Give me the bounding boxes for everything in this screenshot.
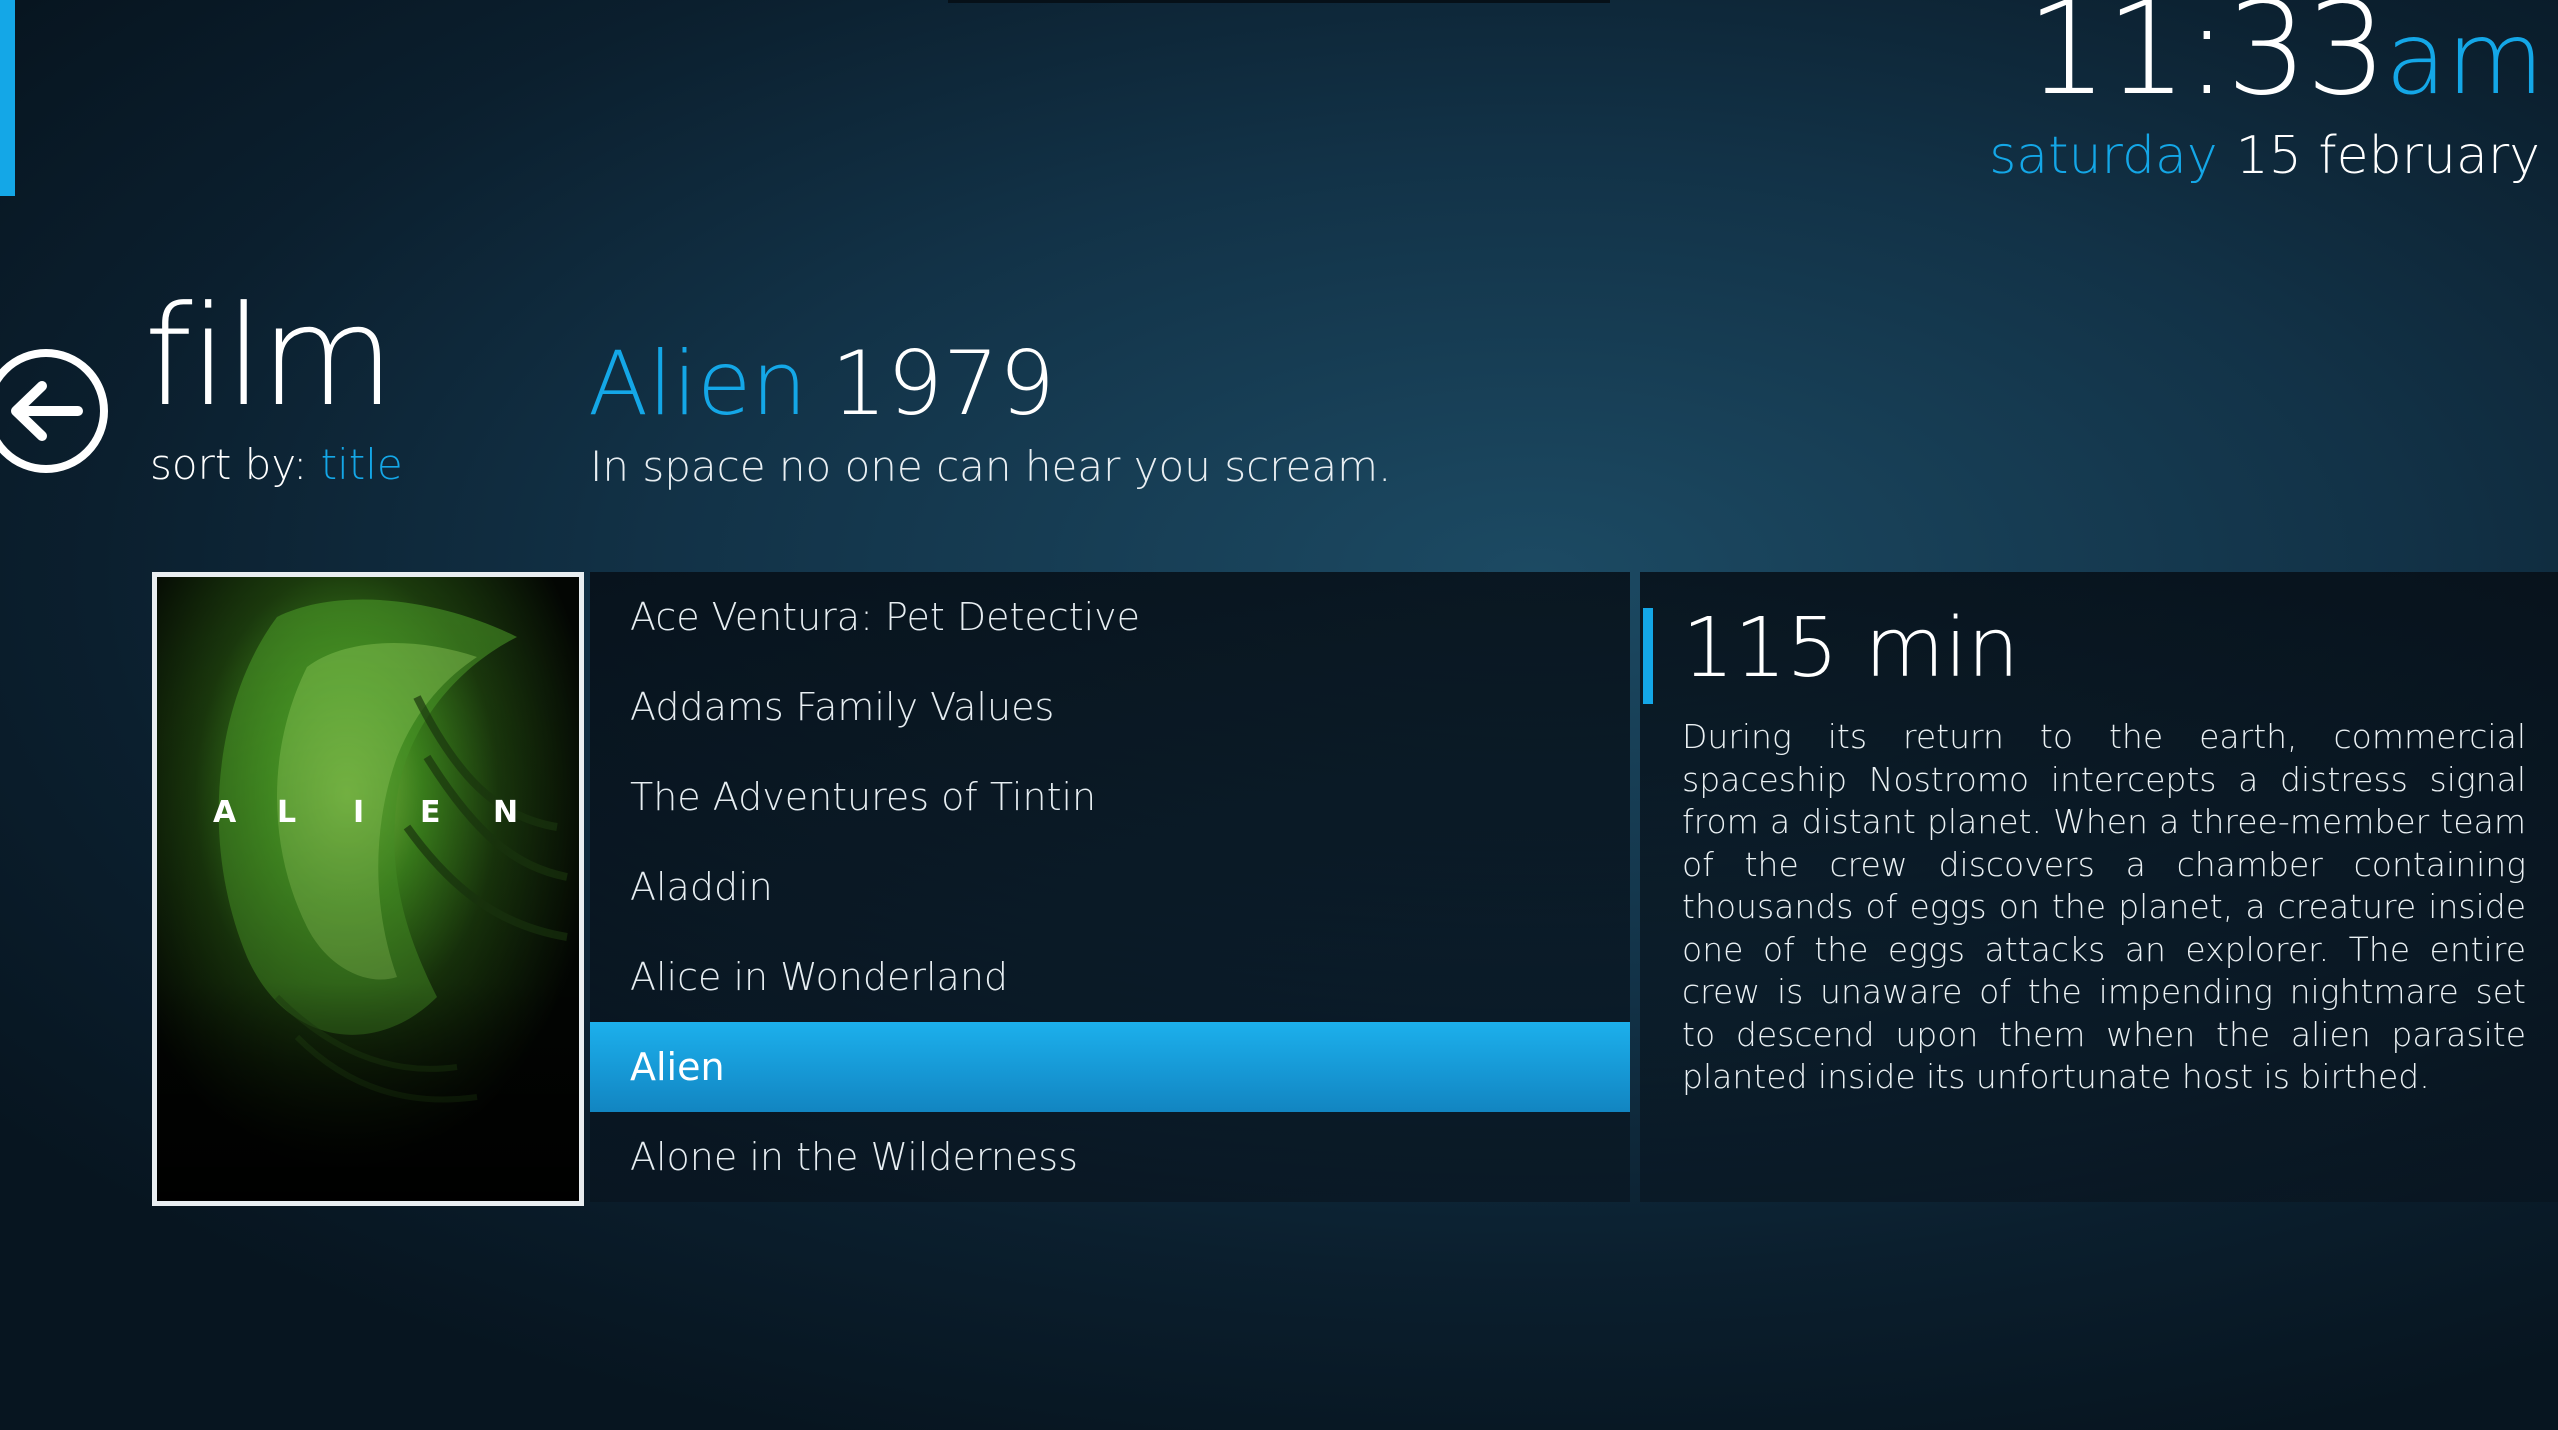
poster-letter: I	[353, 795, 364, 830]
sort-control[interactable]: sort by: title	[150, 440, 403, 489]
clock-ampm: am	[2385, 0, 2544, 117]
list-item[interactable]: Alice in Wonderland	[590, 932, 1630, 1022]
list-item[interactable]: Addams Family Values	[590, 662, 1630, 752]
accent-bar	[0, 0, 15, 196]
plot-summary: During its return to the earth, commerci…	[1682, 717, 2526, 1096]
back-button[interactable]	[0, 346, 108, 476]
poster-letter: N	[493, 795, 518, 830]
sort-prefix: sort by:	[150, 440, 308, 489]
date-display: saturday 15 february	[1989, 126, 2540, 186]
poster-letter: L	[277, 795, 296, 830]
poster-letter: E	[420, 795, 441, 830]
movie-poster: A L I E N	[152, 572, 584, 1206]
sort-value: title	[320, 440, 403, 489]
movie-tagline: In space no one can hear you scream.	[590, 442, 1392, 491]
date-weekday: saturday	[1989, 126, 2218, 186]
list-item[interactable]: Ace Ventura: Pet Detective	[590, 572, 1630, 662]
date-value: 15 february	[2235, 126, 2540, 186]
movie-list: Ace Ventura: Pet Detective Addams Family…	[590, 572, 1630, 1202]
top-divider	[948, 0, 1610, 3]
arrow-left-circle-icon	[0, 349, 108, 473]
movie-heading: Alien 1979	[588, 340, 1055, 428]
clock: 11:33am	[2026, 0, 2544, 114]
clock-time: 11:33	[2026, 0, 2387, 124]
list-item[interactable]: Aladdin	[590, 842, 1630, 932]
movie-title: Alien	[588, 332, 808, 435]
details-panel: 115 min During its return to the earth, …	[1640, 572, 2558, 1202]
section-title: film	[144, 276, 395, 437]
runtime: 115 min	[1682, 601, 2020, 696]
movie-year: 1979	[831, 332, 1055, 435]
list-item[interactable]: The Adventures of Tintin	[590, 752, 1630, 842]
list-item[interactable]: Alone in the Wilderness	[590, 1112, 1630, 1202]
poster-letter: A	[213, 795, 237, 830]
runtime-marker	[1643, 608, 1653, 704]
list-item-selected[interactable]: Alien	[590, 1022, 1630, 1112]
